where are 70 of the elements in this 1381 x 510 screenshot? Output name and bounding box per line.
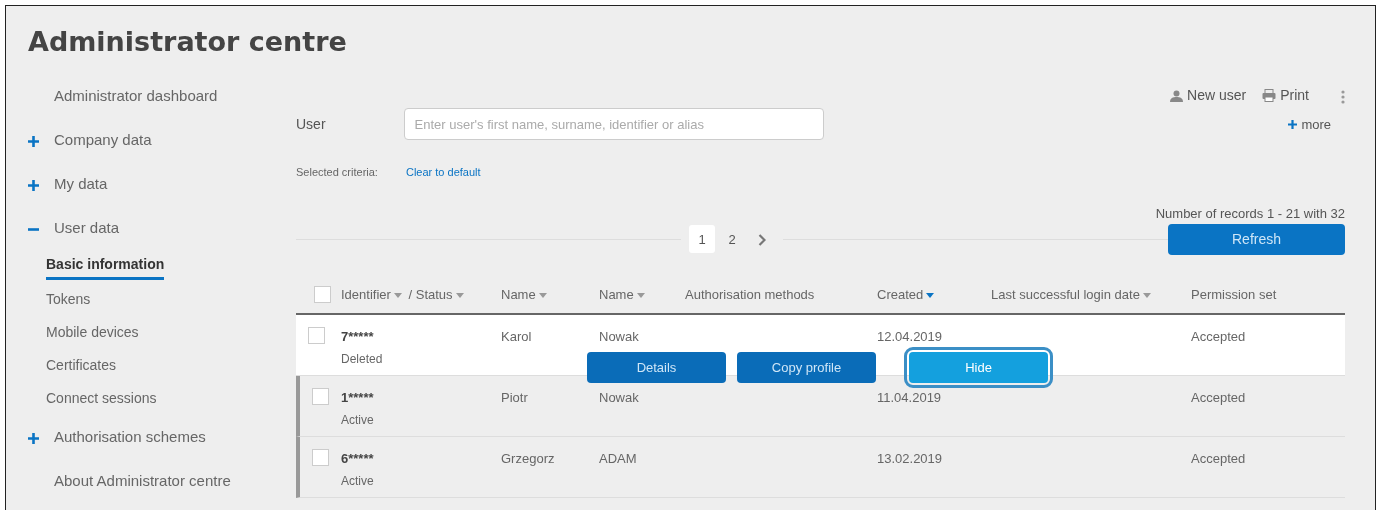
column-header[interactable]: Last successful login date [991, 287, 1154, 303]
caret-icon [1142, 293, 1151, 299]
page-button[interactable]: 1 [689, 225, 715, 254]
table-row[interactable]: 6***** Active Grzegorz ADAM 13.02.2019 Accepted [296, 436, 1345, 498]
first-name-text: Karol [501, 327, 533, 346]
refresh-button[interactable]: Refresh [1168, 223, 1345, 255]
criteria-label: Selected criteria: [296, 165, 378, 181]
first-name-text: Grzegorz [501, 449, 556, 468]
printer-icon [1262, 89, 1277, 103]
clear-link[interactable]: Clear to default [405, 164, 481, 181]
last-name-text: ADAM [599, 449, 638, 468]
new-user-button[interactable]: New user [1170, 85, 1247, 107]
plus-icon[interactable] [28, 433, 39, 445]
date-text: 12.04.2019 [877, 327, 944, 346]
plus-icon[interactable] [28, 180, 39, 192]
action-button[interactable]: Details [587, 351, 726, 383]
identifier-text: 6***** [341, 449, 375, 468]
caret-icon [538, 293, 547, 299]
kebab-menu-icon [1341, 89, 1345, 104]
column-header[interactable]: Permission set [1191, 287, 1277, 303]
caret-icon [926, 293, 935, 299]
page-button[interactable]: 2 [719, 225, 745, 254]
sidebar-subitem[interactable]: Basic information [46, 253, 165, 280]
records-count: Number of records 1 - 21 with 32 [1155, 205, 1345, 221]
caret-icon [455, 293, 464, 299]
plus-icon[interactable] [28, 136, 39, 148]
permission-text: Accepted [1191, 388, 1247, 407]
checkbox[interactable] [312, 387, 329, 405]
sidebar-subitem[interactable]: Certificates [46, 355, 117, 377]
checkbox[interactable] [312, 448, 329, 466]
date-text: 13.02.2019 [877, 449, 944, 468]
sidebar-subitem[interactable]: Mobile devices [46, 322, 139, 344]
sidebar-group[interactable]: Company data [54, 129, 152, 152]
last-name-text: Nowak [599, 327, 640, 346]
caret-icon [393, 293, 402, 299]
checkbox[interactable] [308, 326, 325, 344]
identifier-text: 7***** [341, 327, 375, 346]
identifier-text: 1***** [341, 388, 375, 407]
first-name-text: Piotr [501, 388, 529, 407]
date-text: 11.04.2019 [877, 388, 943, 407]
last-name-text: Nowak [599, 388, 640, 407]
permission-text: Accepted [1191, 327, 1247, 346]
action-button[interactable]: Copy profile [737, 351, 876, 383]
page-title: Administrator centre [28, 26, 348, 59]
checkbox[interactable] [314, 286, 331, 304]
more-link[interactable]: more [1288, 114, 1331, 135]
column-header[interactable]: Name [599, 287, 648, 303]
sidebar-group[interactable]: Authorisation schemes [54, 426, 206, 449]
person-icon [1170, 89, 1184, 102]
field-label: User [296, 114, 326, 134]
permission-text: Accepted [1191, 449, 1247, 468]
column-header[interactable]: Identifier [341, 287, 405, 303]
search-field[interactable]: Enter user's first name, surname, identifier or alias [403, 108, 824, 141]
column-header[interactable]: Created [877, 287, 938, 303]
status-text: Active [341, 473, 375, 491]
column-header[interactable]: Name [501, 287, 550, 303]
column-header[interactable]: Authorisation methods [685, 287, 815, 303]
chevron-right-icon [758, 234, 766, 247]
sidebar-item[interactable]: About Administrator centre [54, 470, 231, 493]
sidebar-group[interactable]: User data [54, 217, 120, 240]
status-text: Active [341, 412, 375, 430]
sidebar-group[interactable]: My data [54, 173, 108, 196]
print-button[interactable]: Print [1262, 85, 1309, 107]
sidebar-item[interactable]: Administrator dashboard [54, 85, 218, 108]
status-text: Deleted [341, 351, 384, 369]
sidebar-subitem[interactable]: Connect sessions [46, 388, 157, 410]
column-header[interactable]: / Status [408, 287, 467, 303]
plus-icon [1288, 119, 1298, 129]
caret-icon [636, 293, 645, 299]
sidebar-subitem[interactable]: Tokens [46, 289, 91, 311]
